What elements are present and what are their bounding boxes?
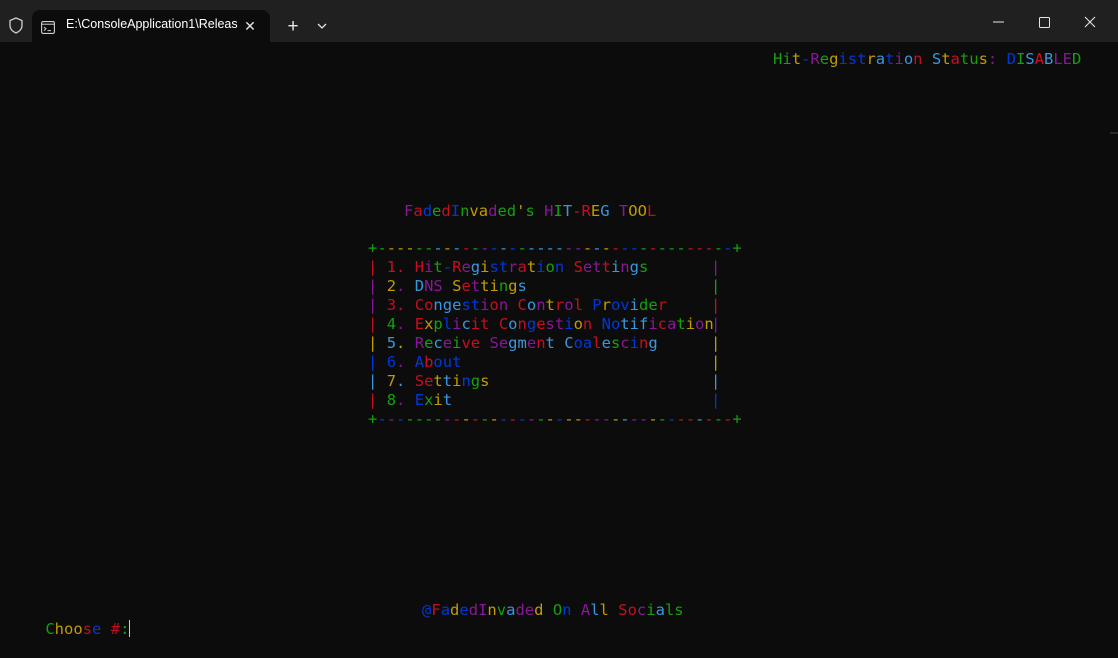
menu-border-right: | [711, 353, 721, 371]
menu-border-bottom: +--------------------------------------+ [368, 410, 742, 428]
menu-item[interactable]: | 5. Receive Segment Coalescing | [368, 334, 720, 353]
menu-border-right: | [711, 372, 721, 390]
menu-border-left: | [368, 296, 378, 314]
close-window-icon[interactable] [1077, 10, 1103, 34]
menu-item[interactable]: | 1. Hit-Registration Settings | [368, 258, 720, 277]
minimize-icon[interactable] [985, 10, 1011, 34]
menu-item-label: 2. DNS Settings [386, 277, 527, 295]
menu-border-left: | [368, 353, 378, 371]
menu-item-label: 7. Settings [386, 372, 490, 390]
menu-border-left: | [368, 315, 378, 333]
close-icon[interactable]: ✕ [240, 16, 260, 36]
menu-item-label: 5. Receive Segment Coalescing [386, 334, 658, 352]
menu-item-label: 3. Congestion Control Provider [386, 296, 667, 314]
menu-border-left: | [368, 277, 378, 295]
menu-border-left: | [368, 391, 378, 409]
menu-border-right: | [711, 296, 721, 314]
menu-border-top: +--------------------------------------+ [368, 239, 742, 257]
menu-border-right: | [711, 334, 721, 352]
console-area[interactable]: Hit-Registration Status: DISABLED FadedI… [0, 42, 1118, 638]
menu-item[interactable]: | 4. Explicit Congestion Notification | [368, 315, 720, 334]
menu-item[interactable]: | 8. Exit | [368, 391, 720, 410]
maximize-icon[interactable] [1031, 10, 1057, 34]
terminal-icon [41, 19, 55, 34]
menu-item-label: 1. Hit-Registration Settings [386, 258, 649, 276]
menu-item-label: 6. About [386, 353, 462, 371]
shield-icon[interactable] [7, 16, 25, 34]
tab-title: E:\ConsoleApplication1\Releas [66, 17, 238, 31]
prompt-label: Choose #: [45, 620, 130, 638]
menu-item[interactable]: | 6. About | [368, 353, 720, 372]
prompt[interactable]: Choose #: [8, 601, 131, 658]
tab-console[interactable]: E:\ConsoleApplication1\Releas ✕ [32, 10, 270, 42]
menu-border-right: | [711, 277, 721, 295]
menu-border-left: | [368, 334, 378, 352]
menu-item-label: 4. Explicit Congestion Notification [386, 315, 714, 333]
title-bar: E:\ConsoleApplication1\Releas ✕ + [0, 0, 1118, 42]
plus-icon[interactable]: + [282, 15, 304, 37]
hit-reg-status: Hit-Registration Status: DISABLED [773, 50, 1082, 68]
menu-border-right: | [711, 391, 721, 409]
menu-item[interactable]: | 2. DNS Settings | [368, 277, 720, 296]
menu-border-left: | [368, 372, 378, 390]
menu-item[interactable]: | 3. Congestion Control Provider | [368, 296, 720, 315]
chevron-down-icon[interactable] [313, 17, 331, 35]
menu-item[interactable]: | 7. Settings | [368, 372, 720, 391]
menu-border-right: | [711, 258, 721, 276]
socials-line: @FadedInvaded On All Socials [422, 601, 684, 619]
menu-item-label: 8. Exit [386, 391, 453, 409]
scrollbar[interactable] [1110, 132, 1118, 134]
tool-title: FadedInvaded's HIT-REG TOOL [404, 202, 657, 220]
menu-border-left: | [368, 258, 378, 276]
menu-border-right: | [711, 315, 721, 333]
